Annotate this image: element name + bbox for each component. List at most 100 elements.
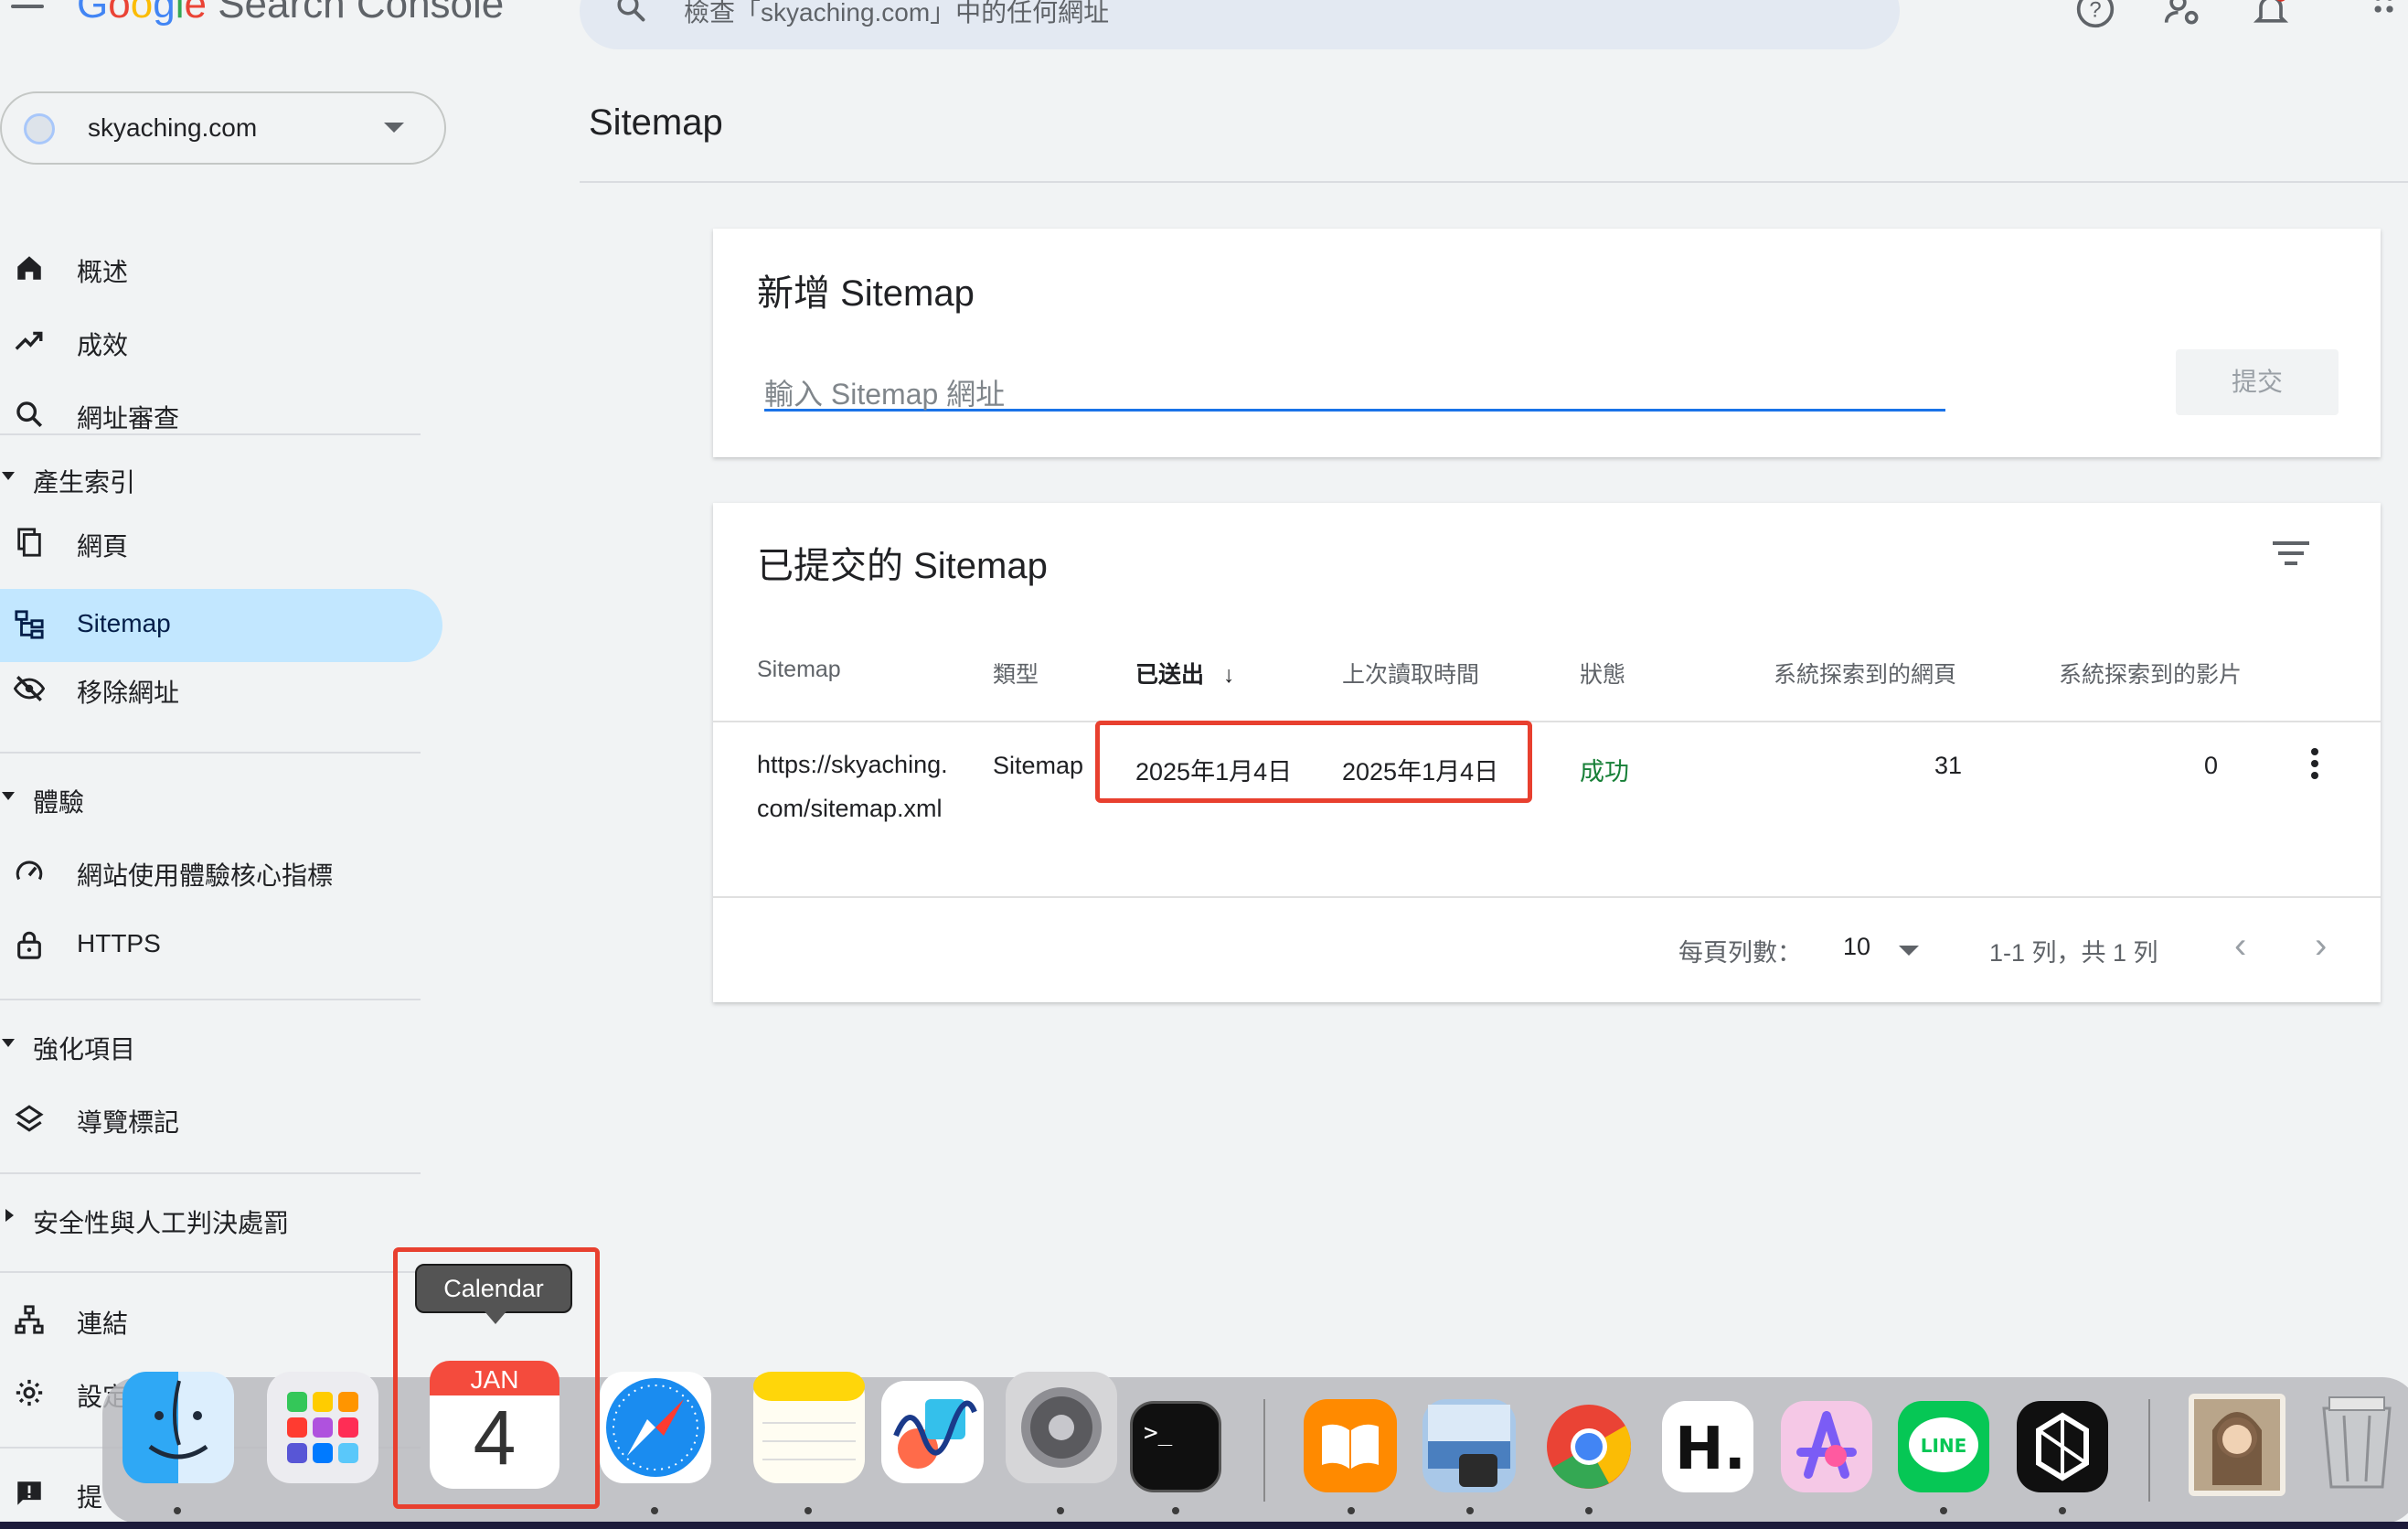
section-label: 產生索引 [33, 468, 136, 497]
property-selector[interactable]: skyaching.com [0, 91, 446, 165]
sidebar-item-sitemap[interactable]: Sitemap [0, 589, 442, 662]
line-icon[interactable]: LINE [1898, 1401, 1989, 1492]
sidebar-item-label: 連結 [77, 1310, 129, 1338]
column-header-last-read[interactable]: 上次讀取時間 [1342, 657, 1479, 690]
search-input[interactable]: 檢查「skyaching.com」中的任何網址 [684, 0, 1109, 29]
section-enhancements[interactable]: 強化項目 [0, 1019, 442, 1074]
caret-right-icon [5, 1209, 14, 1222]
divider [713, 896, 2381, 898]
apps-icon[interactable] [2368, 0, 2408, 33]
section-experience[interactable]: 體驗 [0, 772, 442, 827]
sidebar-item-breadcrumbs[interactable]: 導覽標記 [0, 1083, 442, 1156]
sidebar-item-label: 概述 [77, 258, 129, 286]
more-vert-icon[interactable] [2311, 748, 2320, 784]
running-indicator [2059, 1507, 2066, 1514]
screen-bottom-edge [0, 1522, 2408, 1529]
sidebar-item-pages[interactable]: 網頁 [0, 507, 442, 580]
column-header-status[interactable]: 狀態 [1580, 657, 1625, 690]
trending-up-icon [13, 326, 46, 358]
preview-icon[interactable] [1422, 1399, 1516, 1492]
highlight-box-calendar [393, 1247, 600, 1509]
svg-text:LINE: LINE [1921, 1435, 1967, 1457]
column-header-submitted[interactable]: 已送出 ↓ [1135, 657, 1234, 690]
chevron-down-icon[interactable] [1899, 946, 1919, 956]
running-indicator [1585, 1507, 1593, 1514]
pages-icon [13, 527, 46, 560]
section-indexing[interactable]: 產生索引 [0, 452, 442, 507]
dock-separator [1263, 1399, 1265, 1502]
perplexity-icon[interactable] [2017, 1401, 2108, 1492]
sidebar-item-removals[interactable]: 移除網址 [0, 653, 442, 726]
section-label: 體驗 [33, 788, 85, 817]
sidebar-item-label: 網站使用體驗核心指標 [77, 861, 334, 890]
launchpad-icon[interactable] [267, 1372, 378, 1483]
help-icon[interactable]: ? [2073, 0, 2117, 33]
divider [580, 181, 2408, 183]
discovered-pages-count: 31 [1934, 752, 1962, 779]
search-bar[interactable]: 檢查「skyaching.com」中的任何網址 [580, 0, 1900, 49]
running-indicator [1057, 1507, 1064, 1514]
submitted-sitemaps-card: 已提交的 Sitemap Sitemap 類型 已送出 ↓ 上次讀取時間 狀態 … [713, 503, 2381, 1002]
sidebar-item-label: 提 [77, 1483, 103, 1512]
column-header-sitemap[interactable]: Sitemap [757, 657, 841, 683]
craft-icon[interactable] [1781, 1401, 1872, 1492]
running-indicator [1940, 1507, 1947, 1514]
links-icon [13, 1304, 46, 1337]
sidebar-item-core-web-vitals[interactable]: 網站使用體驗核心指標 [0, 836, 442, 909]
column-header-type[interactable]: 類型 [993, 657, 1039, 690]
sidebar-item-performance[interactable]: 成效 [0, 305, 442, 379]
svg-text:H.: H. [1675, 1416, 1746, 1483]
finder-icon[interactable] [123, 1372, 234, 1483]
chrome-icon[interactable] [1543, 1401, 1635, 1492]
app-logo[interactable]: Google Search Console [77, 0, 504, 27]
chevron-down-icon [384, 123, 404, 133]
search-icon [13, 399, 46, 432]
sidebar-item-overview[interactable]: 概述 [0, 232, 442, 305]
speed-icon [13, 856, 46, 889]
chevron-right-icon[interactable]: › [2315, 925, 2327, 967]
chevron-left-icon[interactable]: ‹ [2234, 925, 2246, 967]
feedback-icon [13, 1478, 46, 1511]
notifications-icon[interactable] [2249, 0, 2293, 33]
divider [0, 433, 421, 435]
submit-button[interactable]: 提交 [2176, 349, 2339, 415]
sitemap-url[interactable]: https://skyaching.com/sitemap.xml [757, 743, 958, 830]
top-bar: Google Search Console 檢查「skyaching.com」中… [0, 0, 2408, 64]
system-settings-icon[interactable] [1006, 1372, 1117, 1483]
sidebar-item-url-inspection[interactable]: 網址審查 [0, 379, 442, 452]
caret-down-icon [2, 1039, 15, 1047]
safari-icon[interactable] [600, 1372, 711, 1483]
divider [0, 1271, 421, 1273]
rows-per-page-select[interactable]: 10 [1843, 933, 1870, 961]
trash-icon[interactable] [2311, 1390, 2403, 1492]
column-header-discovered-pages[interactable]: 系統探索到的網頁 [1774, 657, 1956, 690]
terminal-icon[interactable]: >_ [1130, 1401, 1221, 1492]
globe-icon [24, 113, 55, 144]
layers-icon [13, 1103, 46, 1136]
card-title: 已提交的 Sitemap [757, 546, 1048, 586]
sidebar-item-label: 導覽標記 [77, 1108, 180, 1137]
sidebar-item-label: 網頁 [77, 532, 129, 561]
svg-text:>_: >_ [1144, 1419, 1173, 1447]
freeform-icon[interactable] [881, 1381, 984, 1483]
sidebar: skyaching.com 概述 成效 網址審查 產生索引 網頁 Sitemap… [0, 64, 448, 1529]
sitemap-url-input[interactable]: 輸入 Sitemap 網址 [764, 366, 1945, 412]
sidebar-item-label: 網址審查 [77, 404, 180, 433]
books-icon[interactable] [1304, 1399, 1397, 1492]
photo-icon[interactable] [2189, 1394, 2285, 1496]
menu-icon[interactable] [11, 0, 44, 22]
section-security[interactable]: 安全性與人工判決處罰 [0, 1192, 442, 1247]
divider [713, 721, 2381, 722]
h-app-icon[interactable]: H. [1662, 1401, 1753, 1492]
sidebar-item-links[interactable]: 連結 [0, 1284, 442, 1357]
sitemap-type: Sitemap [993, 752, 1084, 779]
running-indicator [1348, 1507, 1355, 1514]
app-name: Search Console [218, 0, 505, 27]
sidebar-item-https[interactable]: HTTPS [0, 909, 442, 982]
column-header-discovered-videos[interactable]: 系統探索到的影片 [2059, 657, 2242, 690]
status-badge: 成功 [1580, 758, 1629, 786]
manage-users-icon[interactable] [2161, 0, 2205, 33]
page-title: Sitemap [589, 102, 723, 143]
filter-icon[interactable] [2273, 541, 2309, 569]
notes-icon[interactable] [753, 1372, 865, 1483]
